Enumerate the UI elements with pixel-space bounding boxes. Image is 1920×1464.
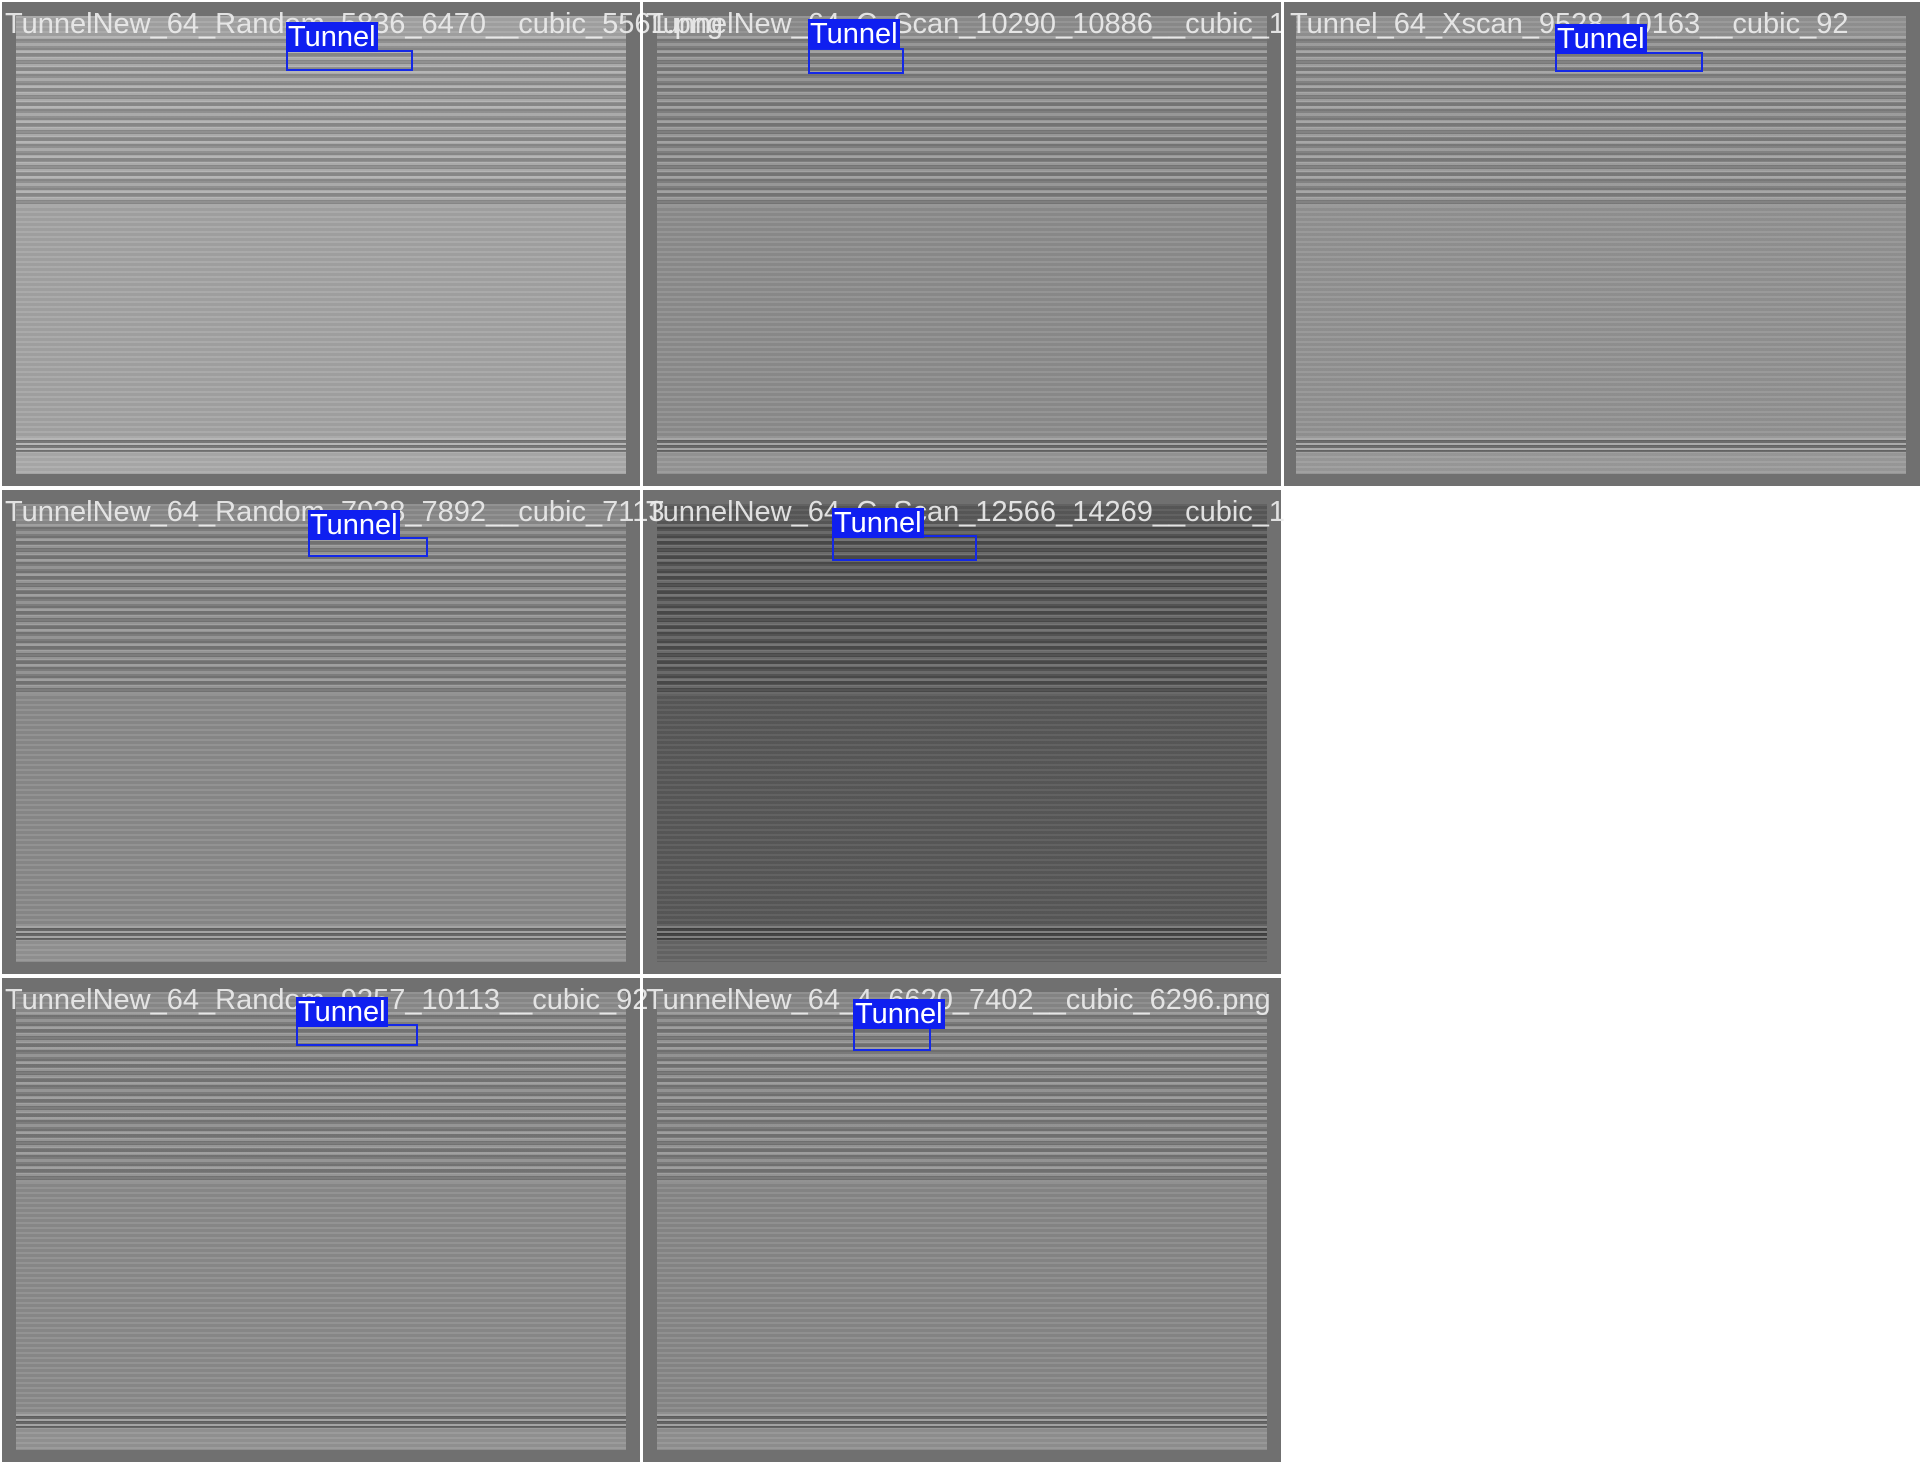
grid-separator [0,974,1282,978]
image-filename: TunnelNew_64_C_Scan_10290_10886__cubic_1 [646,8,1286,40]
detection-label: Tunnel [296,996,388,1028]
scan-tile [2,2,640,486]
detection-label: Tunnel [286,21,378,53]
detection-label: Tunnel [808,18,900,50]
scan-tile [643,490,1281,974]
detection-label: Tunnel [1555,23,1647,55]
scan-tile [2,978,640,1462]
detection-box [1555,52,1703,72]
image-grid: TunnelNew_64_Random_5836_6470__cubic_556… [0,0,1920,1464]
grid-separator [1281,0,1284,488]
radar-scan-image [657,504,1267,962]
radar-scan-image [657,992,1267,1450]
radar-scan-image [16,16,626,474]
image-filename: TunnelNew_64_4_6620_7402__cubic_6296.png [646,984,1271,1016]
detection-label: Tunnel [308,509,400,541]
image-filename: TunnelNew_64_C_Scan_12566_14269__cubic_1 [646,496,1286,528]
detection-box [286,50,413,71]
grid-separator [0,486,1920,490]
scan-tile [643,2,1281,486]
radar-scan-image [1296,16,1906,474]
grid-separator [640,0,643,1464]
scan-tile [643,978,1281,1462]
scan-tile [1282,2,1920,486]
detection-label: Tunnel [832,507,924,539]
scan-tile [2,490,640,974]
detection-label: Tunnel [853,998,945,1030]
detection-box [808,48,904,74]
radar-scan-image [16,504,626,962]
radar-scan-image [657,16,1267,474]
radar-scan-image [16,992,626,1450]
